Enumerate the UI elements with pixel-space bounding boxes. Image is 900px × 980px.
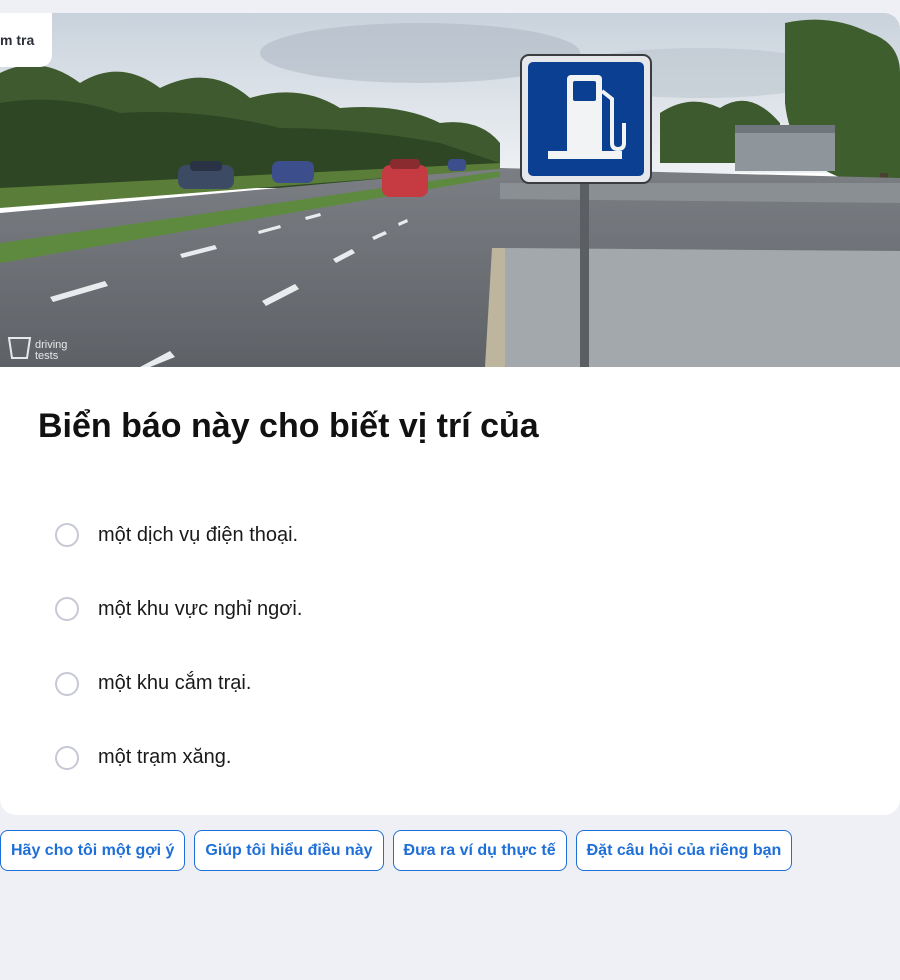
fuel-station-sign-icon — [520, 54, 652, 184]
answer-option-label: một trạm xăng. — [98, 746, 232, 769]
hint-button[interactable]: Hãy cho tôi một gợi ý — [0, 830, 186, 871]
section-tag: m tra — [0, 13, 52, 67]
answer-option-label: một khu cắm trại. — [98, 672, 252, 695]
section-tag-label: m tra — [0, 32, 35, 48]
explain-button[interactable]: Giúp tôi hiểu điều này — [194, 830, 384, 871]
answer-option-label: một dịch vụ điện thoại. — [98, 523, 299, 546]
radio-button[interactable] — [55, 597, 79, 622]
radio-button[interactable] — [55, 671, 79, 696]
ask-own-question-button[interactable]: Đặt câu hỏi của riêng bạn — [575, 830, 793, 871]
radio-button[interactable] — [55, 523, 79, 547]
question-photo: driving tests — [0, 13, 900, 367]
answer-option[interactable]: một dịch vụ điện thoại. — [55, 509, 302, 561]
question-card: driving tests Biển báo này cho biết vị t… — [0, 13, 900, 815]
answer-option[interactable]: một trạm xăng. — [55, 732, 302, 784]
answer-option[interactable]: một khu vực nghỉ ngơi. — [55, 583, 302, 635]
answer-option-label: một khu vực nghỉ ngơi. — [98, 597, 303, 620]
answer-option[interactable]: một khu cắm trại. — [55, 658, 302, 710]
help-chips: Hãy cho tôi một gợi ý Giúp tôi hiểu điều… — [0, 830, 793, 871]
answer-options: một dịch vụ điện thoại. một khu vực nghỉ… — [55, 509, 302, 806]
real-example-button[interactable]: Đưa ra ví dụ thực tế — [392, 830, 567, 871]
radio-button[interactable] — [55, 745, 79, 770]
watermark-line2: tests — [35, 350, 59, 362]
question-title: Biển báo này cho biết vị trí của — [38, 407, 539, 445]
